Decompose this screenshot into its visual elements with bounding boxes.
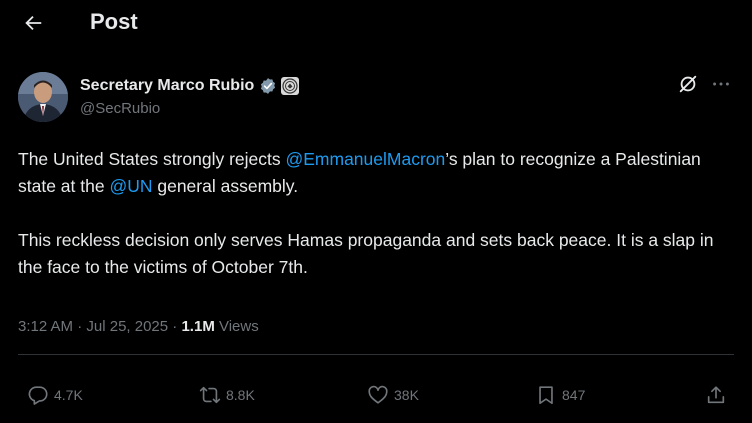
- reply-button[interactable]: 4.7K: [26, 378, 83, 412]
- post-text-segment: The United States strongly rejects: [18, 149, 286, 169]
- post-time[interactable]: 3:12 AM: [18, 318, 73, 335]
- page-title: Post: [90, 9, 138, 34]
- author-handle[interactable]: @SecRubio: [80, 100, 160, 117]
- bookmark-count: 847: [562, 387, 586, 403]
- bookmark-button[interactable]: 847: [534, 378, 585, 412]
- avatar[interactable]: [18, 72, 68, 122]
- post-paragraph-1: The United States strongly rejects @Emma…: [18, 146, 718, 200]
- grok-button[interactable]: [676, 74, 700, 98]
- repost-count: 8.8K: [226, 387, 255, 403]
- grok-icon: [677, 73, 699, 100]
- meta-separator: ·: [168, 318, 182, 335]
- bookmark-icon: [534, 383, 558, 407]
- more-dots-icon: [710, 73, 732, 100]
- verified-badge-icon[interactable]: [259, 77, 277, 95]
- government-seal-icon[interactable]: [281, 77, 300, 95]
- arrow-left-icon: [22, 12, 44, 39]
- mention-link-macron[interactable]: @EmmanuelMacron: [285, 149, 445, 169]
- action-bar: 4.7K 8.8K 38K 847: [0, 378, 752, 412]
- back-button[interactable]: [16, 8, 50, 42]
- meta-separator: ·: [73, 318, 87, 335]
- author-display-name[interactable]: Secretary Marco Rubio: [80, 77, 254, 95]
- repost-button[interactable]: 8.8K: [198, 378, 255, 412]
- divider: [18, 354, 734, 355]
- reply-icon: [26, 383, 50, 407]
- share-icon: [704, 383, 728, 407]
- post-text-segment: general assembly.: [152, 176, 299, 196]
- like-count: 38K: [394, 387, 419, 403]
- top-bar: Post: [0, 0, 752, 50]
- more-options-button[interactable]: [708, 74, 734, 98]
- post-paragraph-2: This reckless decision only serves Hamas…: [18, 230, 714, 277]
- author-name-row: Secretary Marco Rubio: [80, 75, 300, 97]
- heart-icon: [366, 383, 390, 407]
- mention-link-un[interactable]: @UN: [109, 176, 152, 196]
- post-date[interactable]: Jul 25, 2025: [86, 318, 168, 335]
- post-metadata: 3:12 AM · Jul 25, 2025 · 1.1M Views: [18, 318, 259, 335]
- like-button[interactable]: 38K: [366, 378, 419, 412]
- post-text: The United States strongly rejects @Emma…: [18, 146, 718, 281]
- reply-count: 4.7K: [54, 387, 83, 403]
- repost-icon: [198, 383, 222, 407]
- views-label: Views: [214, 318, 259, 335]
- views-count[interactable]: 1.1M: [181, 318, 214, 335]
- share-button[interactable]: [704, 378, 728, 412]
